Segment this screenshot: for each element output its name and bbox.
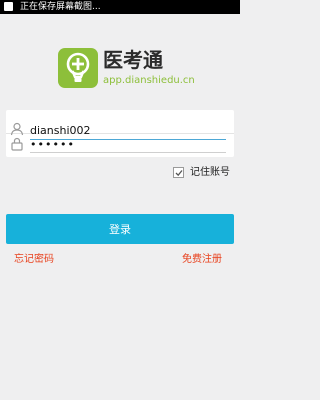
app-name: 医考通 [103,48,163,72]
screenshot-notification-icon [4,2,13,11]
lightbulb-plus-icon [58,48,98,88]
forgot-password-link[interactable]: 忘记密码 [14,253,54,266]
status-notification-text: 正在保存屏幕截图... [20,2,101,12]
status-bar: 正在保存屏幕截图... [0,0,240,14]
app-domain: app.dianshiedu.cn [103,75,195,86]
checkmark-icon [175,170,183,177]
remember-account-checkbox[interactable] [173,167,184,178]
login-button[interactable]: 登录 [6,214,234,244]
remember-account-label[interactable]: 记住账号 [190,166,230,179]
password-input[interactable] [30,136,226,153]
lock-icon [11,137,23,151]
user-icon [10,122,24,136]
register-link[interactable]: 免费注册 [182,253,222,266]
